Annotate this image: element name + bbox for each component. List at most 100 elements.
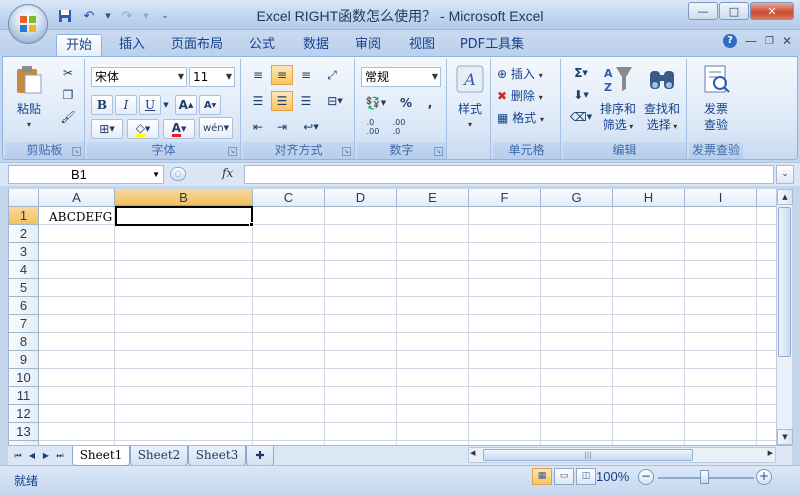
insert-sheet-icon[interactable]: ✚ [246, 446, 274, 466]
minimize-button[interactable]: — [688, 2, 718, 20]
shrink-font-icon[interactable]: A ▼ [199, 95, 221, 115]
decrease-decimal-icon[interactable]: .00.0 [387, 117, 411, 137]
zoom-level[interactable]: 100% [596, 469, 629, 484]
font-name-combo[interactable]: 宋体 ▼ [91, 67, 187, 87]
redo-dropdown-icon[interactable]: ▼ [142, 7, 150, 25]
row-header-8[interactable]: 8 [9, 333, 39, 351]
decrease-indent-icon[interactable]: ⇤ [247, 117, 269, 137]
tab-home[interactable]: 开始 [56, 34, 102, 56]
scroll-right-icon[interactable]: ▶ [768, 449, 773, 457]
tab-formulas[interactable]: 公式 [242, 34, 282, 56]
clear-icon[interactable]: ⌫ ▼ [567, 107, 595, 127]
font-size-dropdown-icon[interactable]: ▼ [226, 68, 232, 86]
styles-dropdown-icon[interactable]: ▾ [451, 117, 489, 133]
bold-button[interactable]: B [91, 95, 113, 115]
tab-insert[interactable]: 插入 [112, 34, 152, 56]
number-format-dropdown-icon[interactable]: ▼ [432, 68, 438, 86]
increase-decimal-icon[interactable]: .0.00 [361, 117, 385, 137]
worksheet-grid[interactable]: A B C D E F G H I 1 2 3 4 5 6 7 8 9 10 1… [8, 189, 776, 445]
next-sheet-icon[interactable]: ▶ [40, 449, 52, 463]
workbook-minimize-icon[interactable]: — [745, 34, 757, 48]
row-header-13[interactable]: 13 [9, 423, 39, 441]
office-button[interactable] [8, 4, 48, 44]
insert-function-button[interactable]: fx [222, 166, 233, 180]
delete-cells-button[interactable]: ✖ 删除 ▾ [497, 87, 543, 104]
insert-cells-button[interactable]: ⊕ 插入 ▾ [497, 65, 543, 82]
active-cell-b1[interactable] [115, 206, 253, 226]
align-center-icon[interactable]: ☰ [271, 91, 293, 111]
fill-color-icon[interactable]: ◇ ▼ [127, 119, 159, 139]
column-header-b[interactable]: B [115, 189, 253, 207]
page-layout-view-icon[interactable]: ▭ [554, 468, 574, 485]
expand-formula-bar-icon[interactable]: ⌄ [776, 165, 794, 184]
scroll-up-icon[interactable]: ▲ [777, 189, 793, 205]
number-launcher-icon[interactable]: ↘ [434, 147, 443, 156]
sort-filter-button[interactable]: AZ 排序和 筛选 ▾ [597, 63, 639, 135]
help-icon[interactable]: ? [722, 34, 737, 48]
tab-page-layout[interactable]: 页面布局 [166, 34, 228, 56]
number-format-combo[interactable]: 常规 ▼ [361, 67, 441, 87]
formula-input[interactable] [244, 165, 774, 184]
zoom-in-icon[interactable]: + [756, 469, 772, 485]
name-box[interactable]: B1 ▼ [8, 165, 164, 184]
column-header-d[interactable]: D [325, 189, 397, 207]
borders-icon[interactable]: ⊞ ▼ [91, 119, 123, 139]
normal-view-icon[interactable]: ▦ [532, 468, 552, 485]
comma-button[interactable]: , [419, 93, 441, 113]
percent-button[interactable]: % [395, 93, 417, 113]
maximize-button[interactable]: □ [719, 2, 749, 20]
row-header-4[interactable]: 4 [9, 261, 39, 279]
formula-bar-zoom-icon[interactable]: ◌ [170, 167, 186, 181]
redo-icon[interactable]: ↷ [118, 7, 136, 25]
row-header-10[interactable]: 10 [9, 369, 39, 387]
phonetic-guide-icon[interactable]: wén ▼ [199, 117, 233, 139]
underline-button[interactable]: U [139, 95, 161, 115]
scroll-left-icon[interactable]: ◀ [470, 449, 475, 457]
font-color-icon[interactable]: A ▼ [163, 119, 195, 139]
fill-icon[interactable]: ⬇ ▼ [567, 85, 595, 105]
grow-font-icon[interactable]: A ▲ [175, 95, 197, 115]
row-header-7[interactable]: 7 [9, 315, 39, 333]
zoom-slider-thumb[interactable] [700, 470, 709, 484]
column-header-a[interactable]: A [39, 189, 115, 207]
paste-dropdown-icon[interactable]: ▾ [11, 117, 47, 133]
align-right-icon[interactable]: ☰ [295, 91, 317, 111]
row-header-3[interactable]: 3 [9, 243, 39, 261]
italic-button[interactable]: I [115, 95, 137, 115]
column-header-partial[interactable] [757, 189, 776, 207]
merge-center-icon[interactable]: ⊟ ▼ [321, 91, 349, 111]
align-bottom-icon[interactable]: ≡ [295, 65, 317, 85]
row-header-5[interactable]: 5 [9, 279, 39, 297]
zoom-out-icon[interactable]: − [638, 469, 654, 485]
font-name-dropdown-icon[interactable]: ▼ [178, 68, 184, 86]
horizontal-scrollbar[interactable]: ◀ ||| ▶ [468, 447, 776, 463]
align-middle-icon[interactable]: ≡ [271, 65, 293, 85]
sheet-tab-sheet3[interactable]: Sheet3 [188, 446, 246, 466]
vertical-scroll-thumb[interactable] [778, 207, 791, 357]
page-break-view-icon[interactable]: ◫ [576, 468, 596, 485]
font-launcher-icon[interactable]: ↘ [228, 147, 237, 156]
row-header-2[interactable]: 2 [9, 225, 39, 243]
align-top-icon[interactable]: ≡ [247, 65, 269, 85]
row-header-1[interactable]: 1 [9, 207, 39, 225]
row-header-6[interactable]: 6 [9, 297, 39, 315]
row-header-9[interactable]: 9 [9, 351, 39, 369]
styles-button[interactable]: A 样式 ▾ [451, 63, 489, 133]
align-left-icon[interactable]: ☰ [247, 91, 269, 111]
workbook-close-icon[interactable]: ✕ [782, 34, 792, 48]
column-header-g[interactable]: G [541, 189, 613, 207]
sheet-tab-sheet1[interactable]: Sheet1 [72, 446, 130, 466]
cut-icon[interactable]: ✂ [57, 63, 79, 83]
paste-button[interactable]: 粘贴 ▾ [11, 63, 47, 133]
name-box-dropdown-icon[interactable]: ▼ [152, 166, 160, 183]
tab-view[interactable]: 视图 [402, 34, 442, 56]
customize-qat-icon[interactable]: ⌄ [156, 7, 174, 25]
column-header-i[interactable]: I [685, 189, 757, 207]
first-sheet-icon[interactable]: ⏮ [12, 449, 24, 463]
wrap-text-icon[interactable]: ↩ ▼ [297, 117, 325, 137]
sheet-tab-sheet2[interactable]: Sheet2 [130, 446, 188, 466]
close-button[interactable]: ✕ [750, 2, 794, 20]
tab-pdf-tools[interactable]: PDF工具集 [454, 34, 530, 56]
copy-icon[interactable]: ❐ [57, 85, 79, 105]
find-select-button[interactable]: 查找和 选择 ▾ [641, 63, 683, 135]
